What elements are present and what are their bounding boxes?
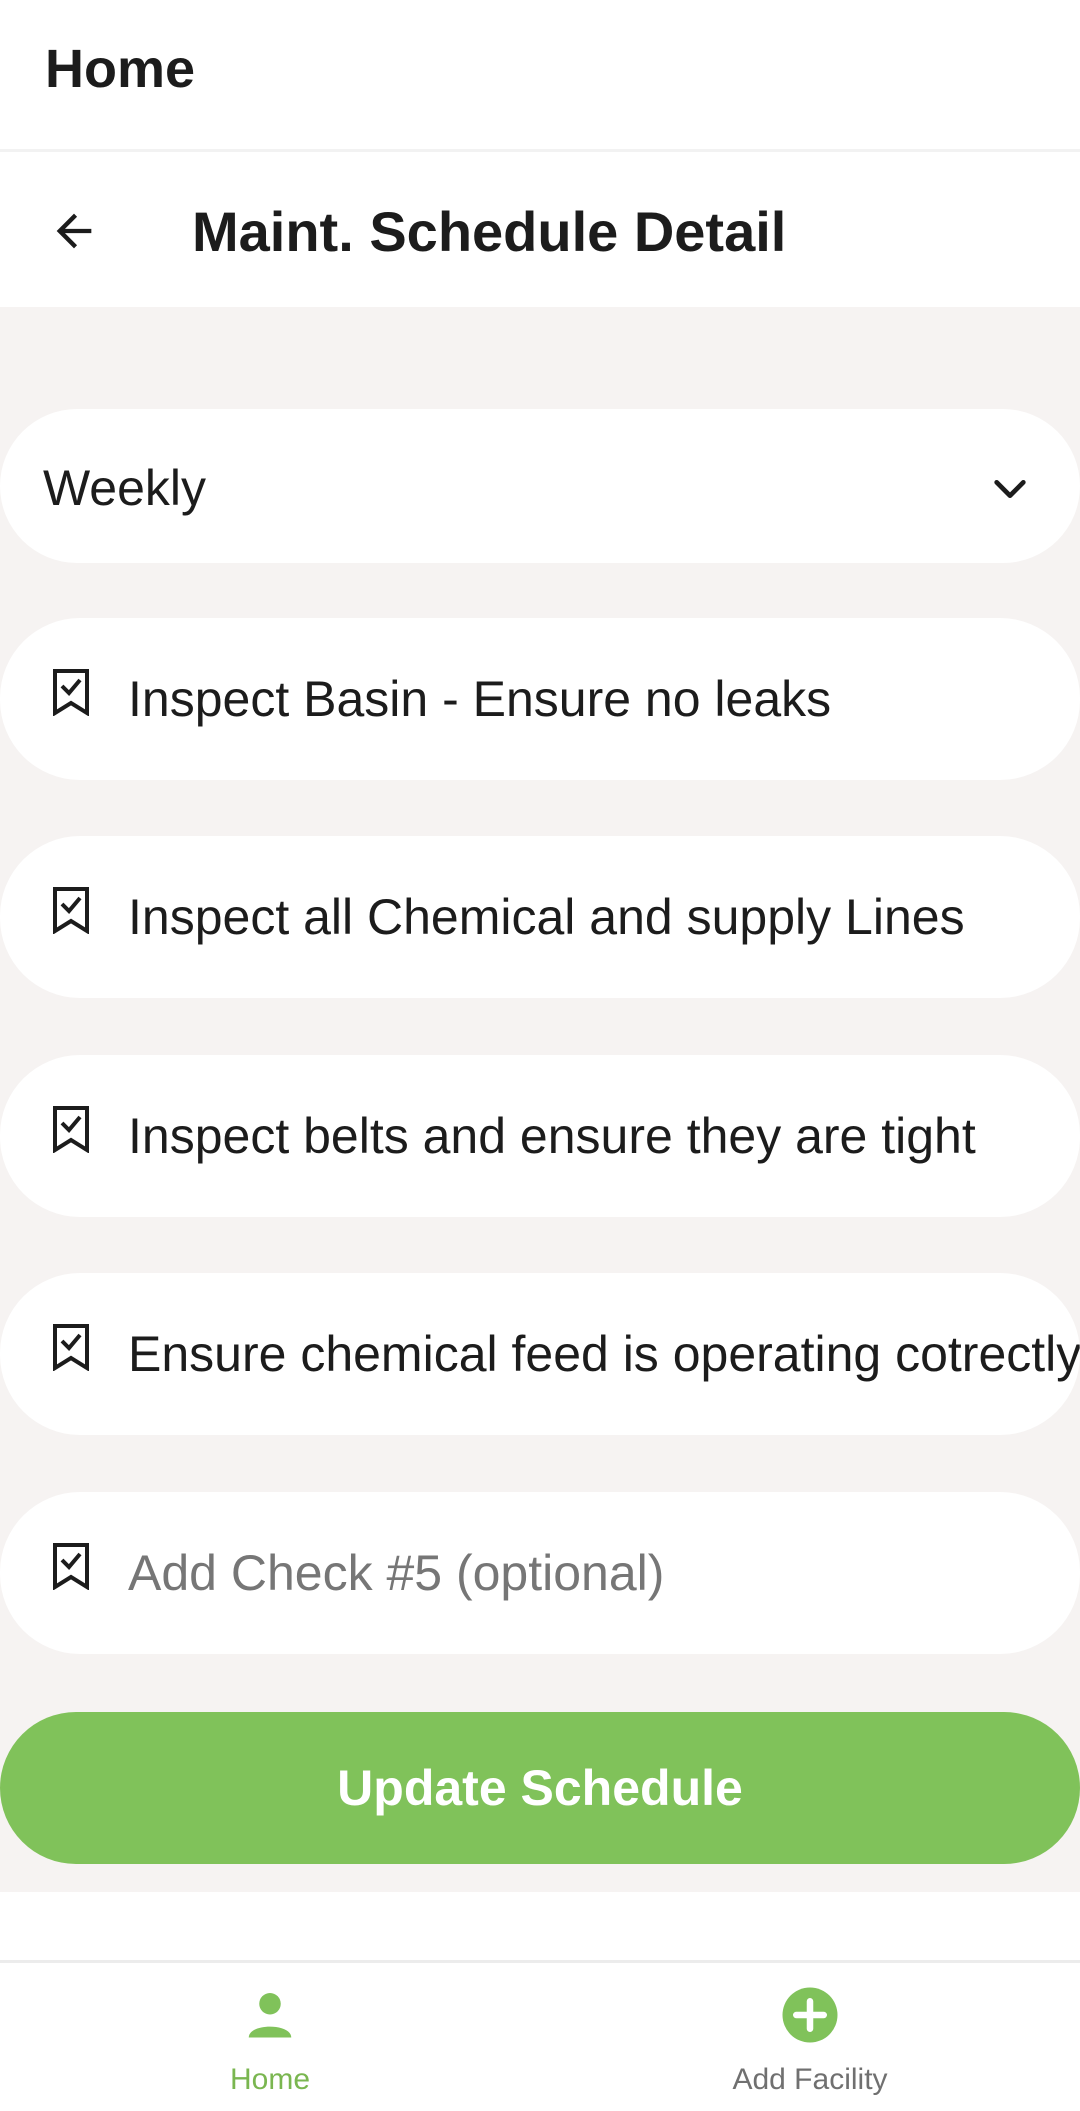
checklist-bookmark-icon	[53, 1324, 89, 1371]
check-text: Inspect Basin - Ensure no leaks	[128, 671, 832, 727]
nav-item-home[interactable]: Home	[0, 1963, 540, 2111]
check-field-3[interactable]: Inspect belts and ensure they are tight	[0, 1055, 1080, 1217]
checklist-bookmark-icon	[53, 1106, 89, 1153]
check-field-4[interactable]: Ensure chemical feed is operating cotrec…	[0, 1273, 1080, 1435]
app-header: Home	[0, 0, 1080, 152]
check-text: Inspect belts and ensure they are tight	[128, 1108, 976, 1164]
add-check-field[interactable]: Add Check #5 (optional)	[0, 1492, 1080, 1654]
arrow-left-icon	[56, 213, 92, 249]
check-text: Inspect all Chemical and supply Lines	[128, 889, 965, 945]
frequency-select-value: Weekly	[43, 460, 207, 516]
nav-item-add-facility[interactable]: Add Facility	[540, 1963, 1080, 2111]
checklist-bookmark-icon	[53, 1543, 89, 1590]
check-text: Ensure chemical feed is operating cotrec…	[128, 1326, 1080, 1382]
page-header: Maint. Schedule Detail	[0, 155, 1080, 307]
frequency-select[interactable]: Weekly	[0, 409, 1080, 563]
nav-label-add-facility: Add Facility	[732, 2063, 888, 2096]
app-title: Home	[45, 39, 196, 99]
add-circle-icon	[782, 1987, 838, 2043]
add-check-placeholder: Add Check #5 (optional)	[128, 1545, 665, 1601]
chevron-down-icon	[994, 480, 1026, 498]
schedule-form: Weekly Inspect Basin - Ensure no leaks I…	[0, 307, 1080, 1892]
page-title: Maint. Schedule Detail	[192, 200, 787, 263]
back-button[interactable]	[36, 193, 112, 269]
checklist-bookmark-icon	[53, 887, 89, 934]
person-icon	[248, 1993, 292, 2038]
check-field-1[interactable]: Inspect Basin - Ensure no leaks	[0, 618, 1080, 780]
update-schedule-button[interactable]: Update Schedule	[0, 1712, 1080, 1864]
check-field-2[interactable]: Inspect all Chemical and supply Lines	[0, 836, 1080, 998]
checklist-bookmark-icon	[53, 669, 89, 716]
nav-label-home: Home	[229, 2063, 311, 2096]
bottom-nav: Home Add Facility	[0, 1960, 1080, 2108]
